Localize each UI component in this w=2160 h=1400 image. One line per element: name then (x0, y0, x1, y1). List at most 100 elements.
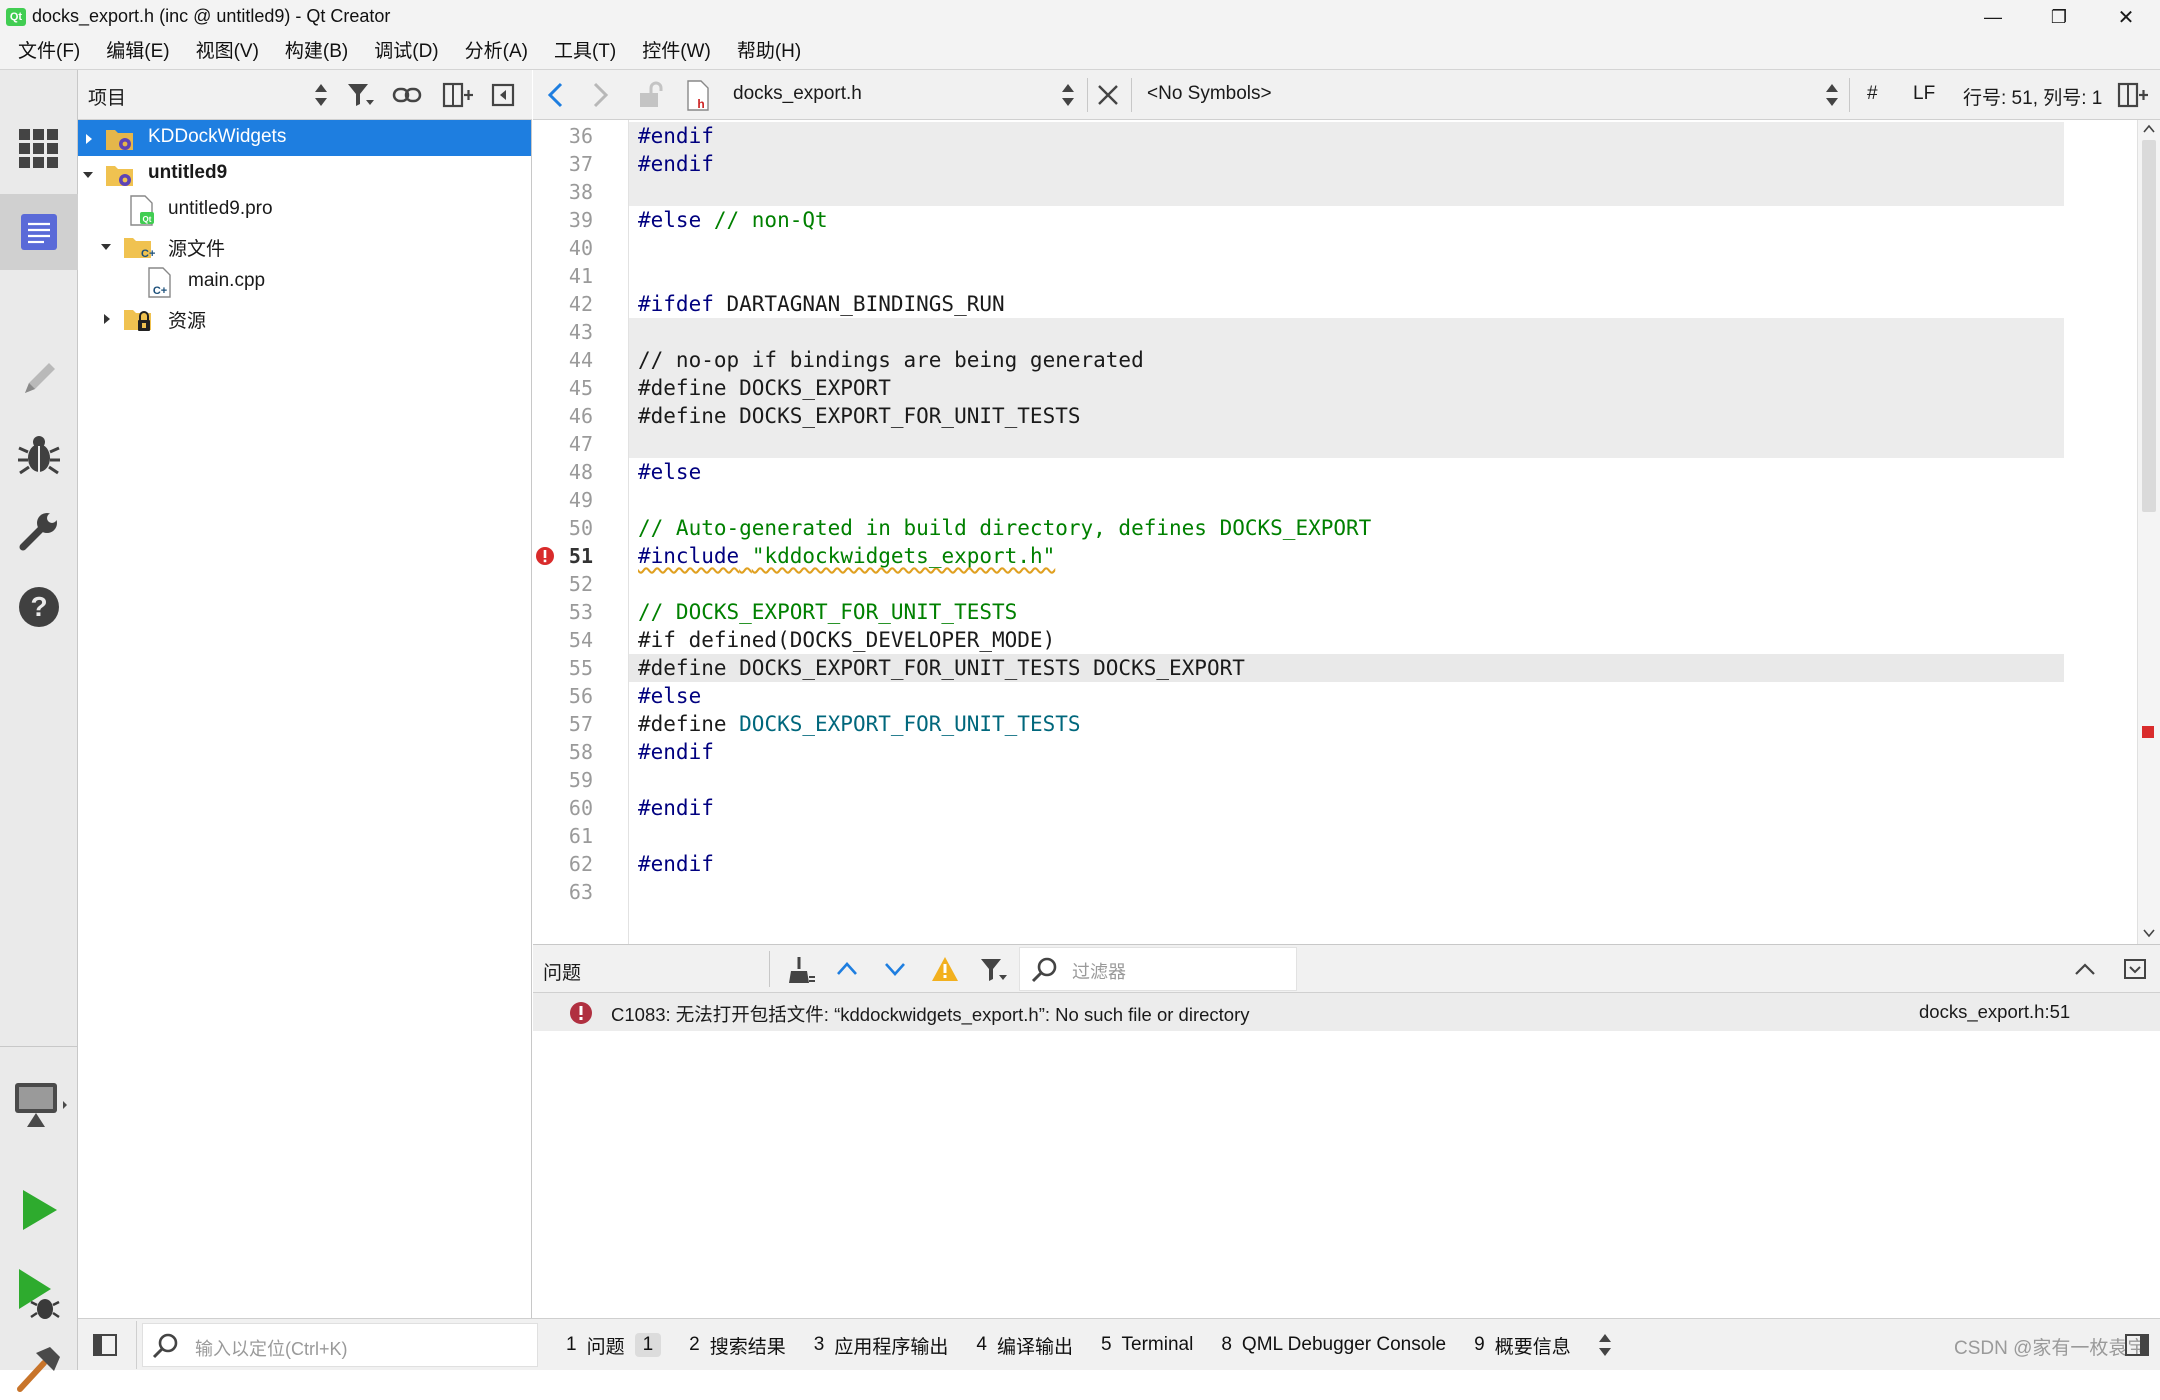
tab-search-results[interactable]: 2 搜索结果 (675, 1319, 800, 1371)
maximize-pane-button[interactable] (2073, 959, 2097, 979)
code-line: #ifdef DARTAGNAN_BINDINGS_RUN (533, 290, 2064, 318)
hash-button[interactable]: # (1867, 83, 1878, 105)
debug-run-button[interactable] (0, 1260, 78, 1330)
symbols-selector[interactable]: <No Symbols> (1147, 83, 1272, 105)
tree-item-main-cpp[interactable]: C+ main.cpp (78, 264, 531, 300)
code-editor[interactable]: 36 37 38 39 40 41 42 43 44 45 46 47 48 49 50 51 52 53 54 55… (533, 120, 2160, 944)
menu-build[interactable]: 构建(B) (272, 34, 361, 70)
editor-scrollbar[interactable] (2137, 120, 2160, 944)
scroll-down-icon[interactable] (2143, 928, 2155, 938)
hide-pane-button[interactable] (2123, 958, 2147, 980)
tab-number: 8 (1221, 1334, 1232, 1355)
tab-compile-output[interactable]: 4 编译输出 (962, 1319, 1087, 1371)
lock-icon[interactable] (636, 80, 666, 110)
build-button[interactable] (0, 1336, 78, 1400)
close-document-button[interactable] (1095, 82, 1121, 108)
code-line: #else (533, 458, 2064, 486)
clear-issues-button[interactable] (787, 955, 817, 985)
menu-tools[interactable]: 工具(T) (541, 34, 629, 70)
code-text: #else // non-Qt (638, 208, 828, 232)
mode-help[interactable]: ? (0, 576, 78, 638)
tree-item-untitled9[interactable]: untitled9 (78, 156, 531, 192)
code-text: #if defined(DOCKS_DEVELOPER_MODE) (638, 628, 1056, 652)
line-ending-selector[interactable]: LF (1913, 83, 1935, 105)
tab-qml-debugger-console[interactable]: 8 QML Debugger Console (1207, 1319, 1460, 1371)
selector-updown-icon[interactable] (314, 82, 328, 108)
broom-icon (789, 957, 815, 983)
minimize-button[interactable]: — (1960, 0, 2026, 34)
scrollbar-thumb[interactable] (2142, 140, 2156, 512)
symbols-updown-icon[interactable] (1825, 82, 1839, 108)
tree-item-resources[interactable]: 资源 (78, 300, 531, 336)
filter-tree-icon[interactable] (346, 80, 376, 110)
chevron-right-icon (593, 82, 609, 108)
next-issue-button[interactable] (883, 958, 907, 980)
tree-item-sources[interactable]: C+ 源文件 (78, 228, 531, 264)
tab-terminal[interactable]: 5 Terminal (1087, 1319, 1207, 1371)
code-line: // Auto-generated in build directory, de… (533, 514, 2064, 542)
mode-bar: ? (0, 70, 78, 1392)
prev-issue-button[interactable] (835, 958, 859, 980)
issues-toolbar: 问题 过滤器 (533, 945, 2160, 993)
mode-separator (0, 1046, 78, 1047)
maximize-button[interactable]: ❐ (2026, 0, 2092, 34)
tab-application-output[interactable]: 3 应用程序输出 (800, 1319, 963, 1371)
back-button[interactable] (545, 82, 567, 108)
code-line: #endif (533, 850, 2064, 878)
error-icon (570, 1002, 592, 1024)
toolbar-separator (1087, 78, 1088, 112)
output-tabs: 1 问题 1 2 搜索结果 3 应用程序输出 4 编译输出 5 Terminal… (552, 1319, 1625, 1371)
more-tabs-button[interactable] (1585, 1320, 1625, 1370)
mode-welcome[interactable] (0, 118, 78, 180)
tab-label: QML Debugger Console (1241, 1334, 1447, 1355)
close-sidebar-icon[interactable] (490, 82, 516, 108)
tree-item-label: KDDockWidgets (148, 126, 287, 147)
document-updown-icon[interactable] (1061, 82, 1075, 108)
split-editor-button[interactable] (2117, 82, 2149, 108)
expanded-arrow-icon[interactable] (100, 242, 112, 252)
issues-filter-input[interactable]: 过滤器 (1019, 947, 1297, 991)
menu-view[interactable]: 视图(V) (183, 34, 272, 70)
forward-button[interactable] (589, 82, 611, 108)
mode-design[interactable] (0, 348, 78, 410)
split-pane-icon[interactable] (442, 82, 474, 108)
issue-row[interactable]: C1083: 无法打开包括文件: “kddockwidgets_export.h… (533, 993, 2160, 1031)
toggle-sidebar-button[interactable] (92, 1333, 118, 1357)
cursor-position[interactable]: 行号: 51, 列号: 1 (1963, 83, 2102, 110)
menu-window[interactable]: 控件(W) (629, 34, 724, 70)
tab-general-messages[interactable]: 9 概要信息 (1460, 1319, 1585, 1371)
menu-file[interactable]: 文件(F) (5, 34, 93, 70)
tree-item-pro-file[interactable]: Qt untitled9.pro (78, 192, 531, 228)
scroll-up-icon[interactable] (2143, 124, 2155, 134)
project-view-selector[interactable]: 项目 (88, 83, 126, 110)
mode-projects[interactable] (0, 500, 78, 562)
tab-label: 应用程序输出 (834, 1336, 949, 1358)
close-button[interactable]: ✕ (2092, 0, 2160, 34)
menu-analyze[interactable]: 分析(A) (452, 34, 541, 70)
code-line: #endif (533, 122, 2064, 150)
code-text: // no-op if bindings are being generated (638, 348, 1144, 372)
run-button[interactable] (0, 1178, 78, 1242)
sync-link-icon[interactable] (392, 82, 422, 108)
toggle-right-pane-button[interactable] (2124, 1333, 2150, 1357)
issues-filter-button[interactable] (979, 955, 1009, 985)
tab-issues[interactable]: 1 问题 1 (552, 1319, 675, 1371)
toolbar-separator (1131, 78, 1132, 112)
document-selector[interactable]: docks_export.h (733, 83, 862, 105)
mode-debug[interactable] (0, 424, 78, 486)
collapsed-arrow-icon[interactable] (102, 313, 112, 325)
tree-item-kddockwidgets[interactable]: KDDockWidgets (78, 120, 531, 156)
expanded-arrow-icon[interactable] (82, 170, 94, 180)
locator-input[interactable]: 输入以定位(Ctrl+K) (142, 1323, 538, 1367)
menu-help[interactable]: 帮助(H) (724, 34, 814, 70)
menu-debug[interactable]: 调试(D) (361, 34, 451, 70)
mode-edit[interactable] (0, 194, 78, 270)
collapsed-arrow-icon[interactable] (84, 133, 94, 145)
debug-run-icon (19, 1269, 60, 1319)
target-selector[interactable] (0, 1070, 78, 1142)
menu-edit[interactable]: 编辑(E) (93, 34, 182, 70)
warnings-toggle[interactable] (931, 955, 959, 983)
